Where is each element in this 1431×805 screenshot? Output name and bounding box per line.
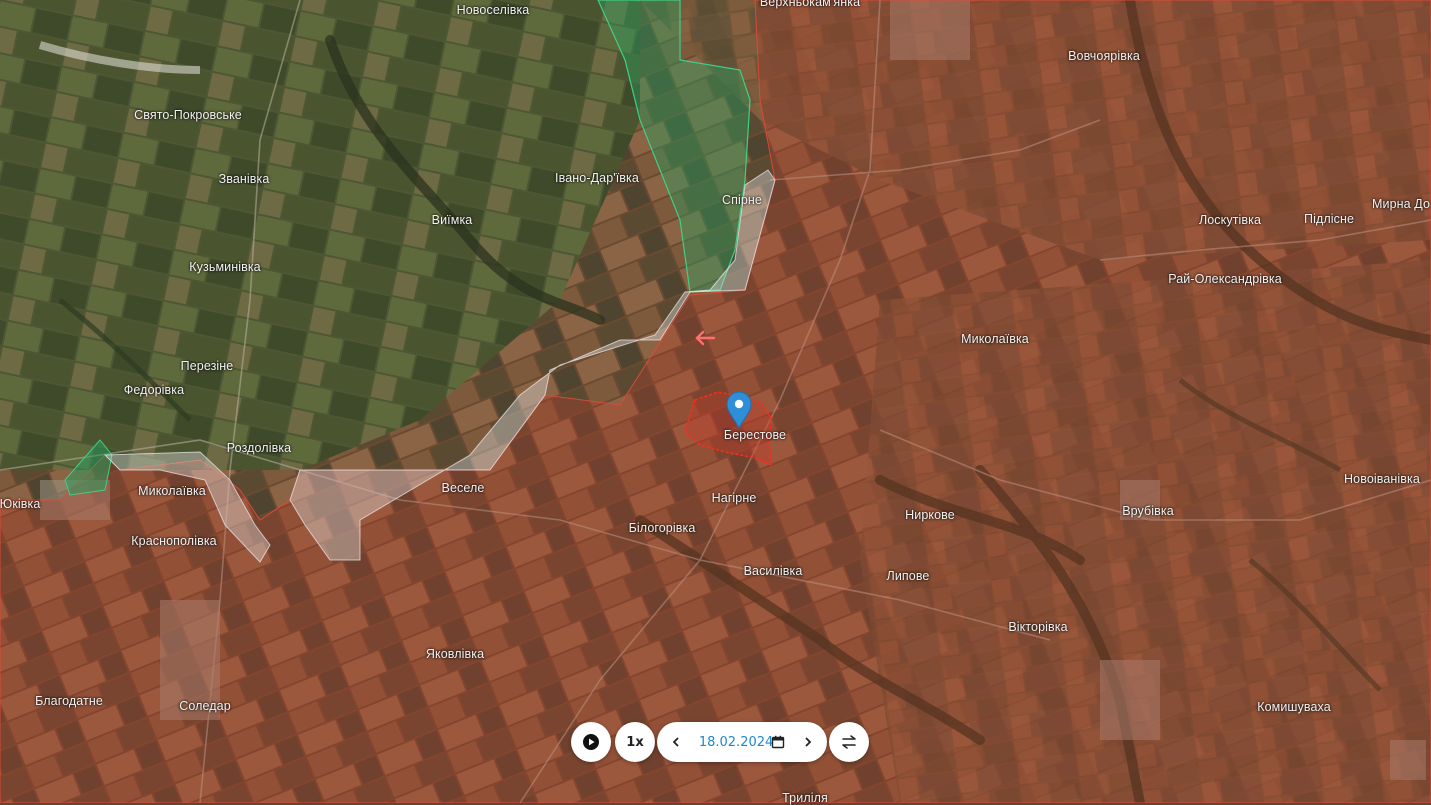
place-label: Івано-Дар'ївка [555,171,639,185]
chevron-left-icon [672,737,679,747]
chevron-right-icon [805,737,812,747]
place-label: Верхньокам'янка [759,0,861,9]
place-label: Миколаївка [961,332,1029,346]
place-label: Миколаївка [138,484,206,498]
place-label: Соледар [179,699,231,713]
place-label: Роздолівка [226,441,292,455]
place-label: Виїмка [431,213,473,227]
place-label: Рай-Олександрівка [1168,272,1282,286]
previous-date-button[interactable] [665,731,687,753]
next-date-button[interactable] [797,731,819,753]
play-button[interactable] [571,722,611,762]
place-label: Підлісне [1303,212,1355,226]
place-label: Нагірне [711,491,757,505]
place-label: Врубівка [1122,504,1174,518]
place-label: Берестове [723,428,787,442]
place-label: Свято-Покровське [134,108,242,122]
place-label: Кузьминівка [189,260,261,274]
place-label: Мирна До [1371,197,1431,211]
place-label: Юківка [0,497,41,511]
place-label: Вовчоярівка [1068,49,1140,63]
place-label: Краснополівка [131,534,217,548]
place-label: Новоіванівка [1344,472,1420,486]
place-label: Вікторівка [1008,620,1068,634]
speed-button[interactable]: 1x [615,722,655,762]
place-label: Благодатне [35,694,103,708]
place-label: Яковлівка [425,647,485,661]
place-label: Липове [886,569,930,583]
speed-label: 1x [626,734,644,750]
place-label: Веселе [441,481,485,495]
place-label: Званівка [218,172,270,186]
swap-icon [842,735,856,749]
place-label: Василівка [743,564,803,578]
date-picker[interactable]: 18.02.2024 [657,722,827,762]
place-label: Ниркове [905,508,955,522]
place-label: Білогорівка [628,521,696,535]
place-label: Федорівка [123,383,185,397]
compare-swap-button[interactable] [829,722,869,762]
calendar-icon[interactable] [771,735,785,749]
place-label: Спірне [722,193,762,207]
place-label: Комишуваха [1257,700,1331,714]
place-label: Новоселівка [456,3,530,17]
play-icon [583,734,599,750]
date-value[interactable]: 18.02.2024 [699,735,773,750]
place-label: Лоскутівка [1198,213,1262,227]
place-label: Перезіне [180,359,234,373]
